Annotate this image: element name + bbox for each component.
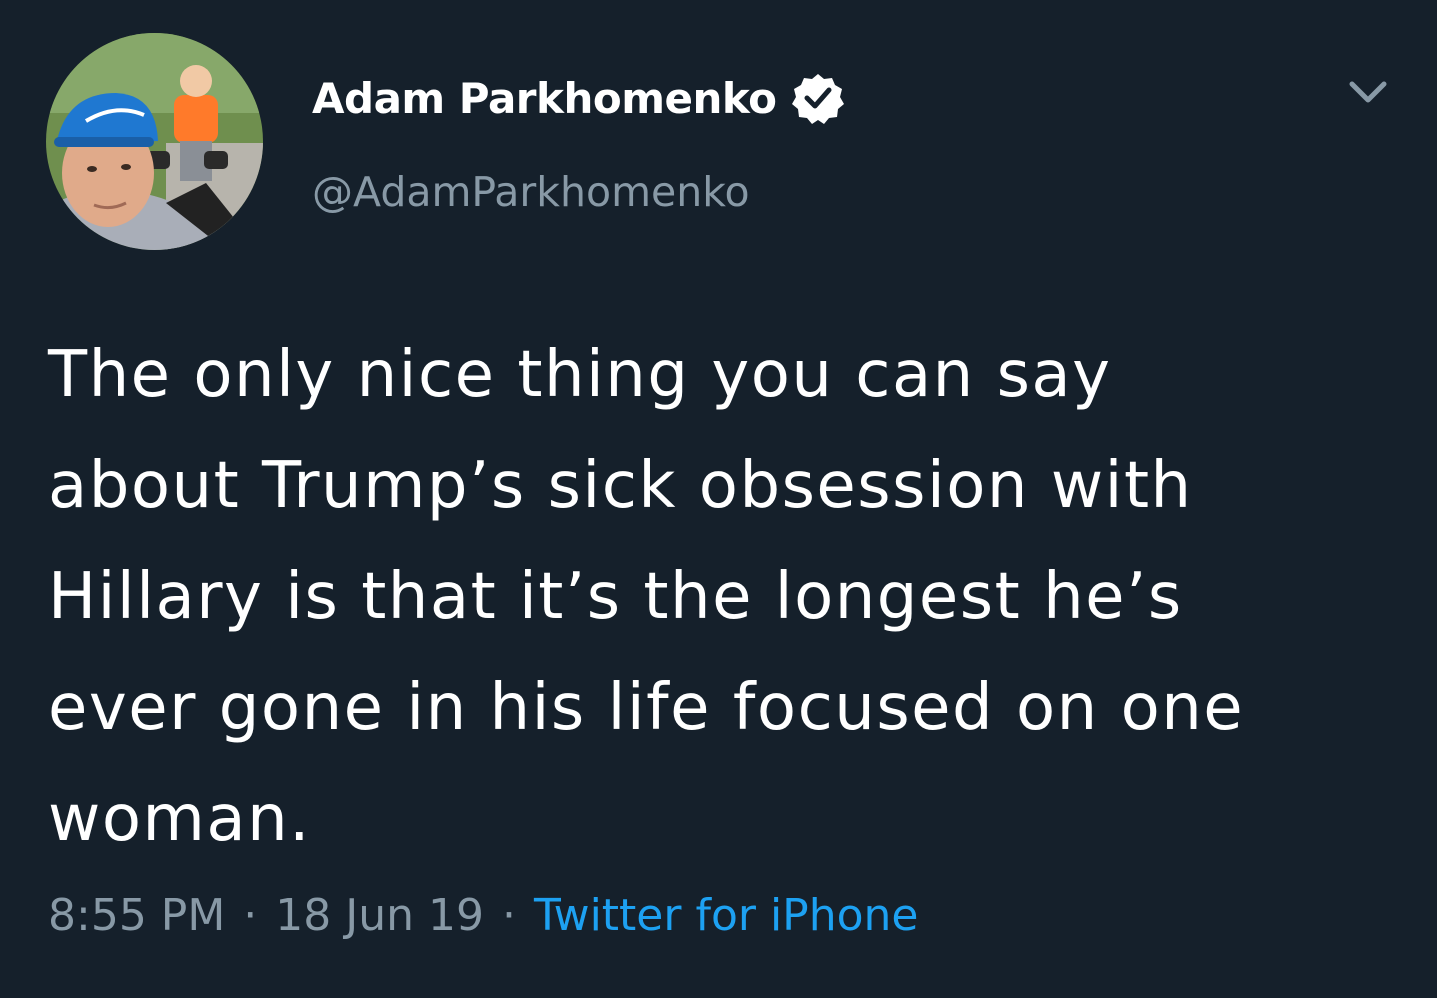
- author-display-name[interactable]: Adam Parkhomenko: [312, 74, 777, 123]
- avatar[interactable]: [46, 33, 263, 250]
- tweet-date[interactable]: 18 Jun 19: [275, 890, 484, 941]
- meta-separator: ·: [243, 890, 258, 941]
- meta-separator: ·: [502, 890, 516, 941]
- tweet-card: Adam Parkhomenko @AdamParkhomenko The on…: [0, 0, 1437, 998]
- tweet-time[interactable]: 8:55 PM: [48, 890, 225, 941]
- tweet-meta: 8:55 PM · 18 Jun 19 · Twitter for iPhone: [48, 890, 918, 941]
- author-name-row[interactable]: Adam Parkhomenko: [312, 68, 845, 128]
- author-handle[interactable]: @AdamParkhomenko: [312, 168, 750, 216]
- avatar-image: [46, 33, 263, 250]
- tweet-text: The only nice thing you can say about Tr…: [48, 338, 1245, 856]
- tweet-source-link[interactable]: Twitter for iPhone: [534, 890, 918, 941]
- verified-badge-icon: [791, 71, 845, 125]
- chevron-down-icon[interactable]: [1344, 72, 1392, 112]
